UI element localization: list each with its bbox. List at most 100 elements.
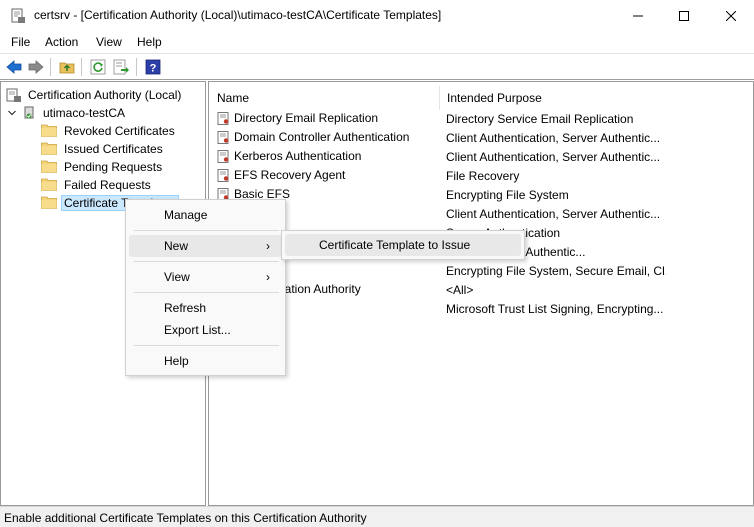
submenu-item-label: Certificate Template to Issue [319, 238, 471, 252]
maximize-button[interactable] [661, 0, 707, 32]
help-icon: ? [145, 59, 161, 75]
toolbar-separator [81, 58, 82, 76]
refresh-button[interactable] [88, 57, 108, 77]
toolbar-separator [136, 58, 137, 76]
submenu-item-certificate-template-to-issue[interactable]: Certificate Template to Issue [285, 234, 521, 256]
ctx-item-label: Help [164, 354, 189, 368]
tree-ca-node[interactable]: utimaco-testCA [7, 104, 128, 121]
cell-intended-purpose: File Recovery [446, 169, 520, 183]
maximize-icon [679, 11, 689, 21]
cell-template-name: EFS Recovery Agent [217, 168, 345, 182]
cell-intended-purpose: Client Authentication, Server Authentic.… [446, 207, 661, 221]
up-folder-icon [59, 62, 75, 74]
computer-icon [6, 88, 21, 102]
table-row[interactable]: atorMicrosoft Trust List Signing, Encryp… [209, 299, 753, 318]
folder-icon [41, 142, 57, 155]
table-row[interactable]: te Certification Authority <All> [209, 280, 753, 299]
export-list-button[interactable] [111, 57, 131, 77]
ctx-item-label: View [164, 270, 190, 284]
template-name-text: Directory Email Replication [234, 111, 379, 125]
minimize-icon [633, 15, 643, 17]
menu-view[interactable]: View [96, 35, 122, 49]
cell-intended-purpose: Encrypting File System, Secure Email, Cl… [446, 264, 666, 278]
certificate-template-icon [217, 168, 229, 182]
results-pane[interactable]: Name Intended Purpose Directory Email Re… [208, 81, 754, 506]
tree-item-failed[interactable]: Failed Requests [41, 176, 154, 193]
template-name-text: Kerberos Authentication [234, 149, 362, 163]
menu-bar: File Action View Help [0, 32, 754, 52]
template-name-text: Domain Controller Authentication [234, 130, 410, 144]
cell-intended-purpose: Encrypting File System [446, 188, 569, 202]
ctx-item-label: Manage [164, 208, 208, 222]
refresh-icon [90, 59, 106, 75]
column-header-purpose[interactable]: Intended Purpose [439, 86, 753, 110]
ctx-item-view[interactable]: View › [129, 266, 282, 288]
context-menu: Manage New › View › Refresh Export List.… [125, 199, 286, 376]
table-row[interactable]: Encrypting File System, Secure Email, Cl… [209, 261, 753, 280]
cell-intended-purpose: Client Authentication, Server Authentic.… [446, 150, 661, 164]
template-name-text: EFS Recovery Agent [234, 168, 346, 182]
table-row[interactable]: Directory Email Replication Directory Ser… [209, 109, 753, 128]
tree-item-label: Pending Requests [64, 159, 163, 174]
close-icon [726, 11, 736, 21]
ctx-item-label: Refresh [164, 301, 207, 315]
toolbar-separator [50, 58, 51, 76]
ctx-item-new[interactable]: New › [129, 235, 282, 257]
cell-intended-purpose: Client Authentication, Server Authentic.… [446, 131, 661, 145]
table-row[interactable]: ontrollerClient Authentication, Server A… [209, 204, 753, 223]
chevron-down-icon[interactable] [7, 108, 17, 118]
new-submenu: Certificate Template to Issue [281, 230, 525, 260]
certificate-template-icon [217, 130, 229, 144]
forward-icon [28, 60, 44, 74]
menu-separator [134, 230, 279, 231]
cell-intended-purpose: <All> [446, 283, 474, 297]
back-button[interactable] [4, 57, 24, 77]
ctx-item-label: Export List... [164, 323, 231, 337]
cell-template-name: Directory Email Replication [217, 111, 378, 125]
cell-template-name: Kerberos Authentication [217, 149, 361, 163]
tree-item-label: Failed Requests [64, 177, 151, 192]
svg-text:?: ? [150, 63, 157, 75]
ctx-item-refresh[interactable]: Refresh [129, 297, 282, 319]
tree-item-revoked[interactable]: Revoked Certificates [41, 122, 178, 139]
menu-separator [134, 261, 279, 262]
tree-item-label: Revoked Certificates [64, 123, 175, 138]
cell-template-name: Domain Controller Authentication [217, 130, 409, 144]
up-folder-button[interactable] [57, 57, 77, 77]
tree-item-pending[interactable]: Pending Requests [41, 158, 165, 175]
folder-icon [41, 178, 57, 191]
ctx-item-label: New [164, 239, 189, 253]
certsrv-app-icon [11, 8, 25, 23]
table-row[interactable]: Kerberos Authentication Client Authentica… [209, 147, 753, 166]
window-title: certsrv - [Certification Authority (Loca… [34, 8, 442, 22]
table-row[interactable]: Basic EFS Encrypting File System [209, 185, 753, 204]
tree-root-label: Certification Authority (Local) [28, 87, 182, 102]
submenu-arrow-icon: › [266, 270, 270, 284]
column-header-name[interactable]: Name [209, 86, 439, 110]
menu-help[interactable]: Help [137, 35, 162, 49]
tree-item-issued[interactable]: Issued Certificates [41, 140, 166, 157]
certificate-template-icon [217, 111, 229, 125]
ctx-item-export-list[interactable]: Export List... [129, 319, 282, 341]
table-row[interactable]: Domain Controller Authentication Client A… [209, 128, 753, 147]
title-bar: certsrv - [Certification Authority (Loca… [0, 0, 754, 32]
help-button[interactable]: ? [143, 57, 163, 77]
close-button[interactable] [708, 0, 754, 32]
tree-item-label: Issued Certificates [64, 141, 163, 156]
tree-root[interactable]: Certification Authority (Local) [6, 86, 184, 103]
folder-icon [41, 160, 57, 173]
folder-icon [41, 196, 57, 209]
back-icon [6, 60, 22, 74]
cell-intended-purpose: Directory Service Email Replication [446, 112, 634, 126]
minimize-button[interactable] [615, 0, 661, 32]
menu-file[interactable]: File [11, 35, 30, 49]
table-row[interactable]: EFS Recovery Agent File Recovery [209, 166, 753, 185]
menu-action[interactable]: Action [45, 35, 78, 49]
certificate-template-icon [217, 149, 229, 163]
forward-button[interactable] [26, 57, 46, 77]
folder-icon [41, 124, 57, 137]
menu-separator [134, 292, 279, 293]
ctx-item-manage[interactable]: Manage [129, 204, 282, 226]
ctx-item-help[interactable]: Help [129, 350, 282, 372]
toolbar: ? [0, 53, 754, 80]
